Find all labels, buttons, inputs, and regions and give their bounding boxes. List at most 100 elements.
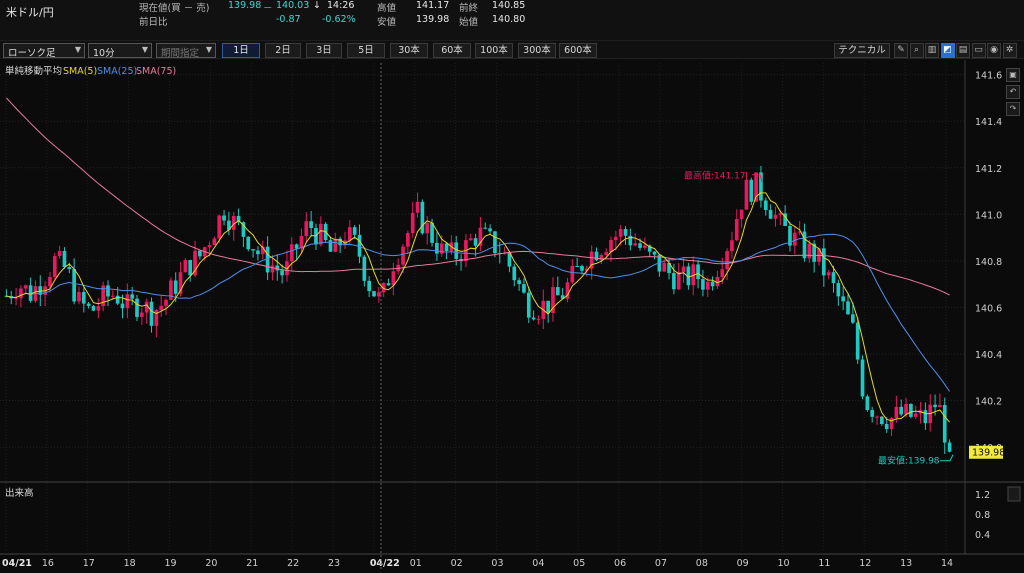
candle-body xyxy=(367,280,372,292)
candle-body xyxy=(435,242,439,254)
pencil-icon[interactable]: ✎ xyxy=(894,43,908,58)
candle-body xyxy=(517,280,521,285)
candle-body xyxy=(106,285,110,297)
y-tick-label: 141.2 xyxy=(975,164,1002,175)
range-button-3[interactable]: 5日 xyxy=(347,43,385,58)
candle-body xyxy=(19,288,23,299)
candle-body xyxy=(444,243,449,252)
change-value: -0.87 xyxy=(276,14,301,25)
candle-body xyxy=(836,283,841,297)
candle-body xyxy=(855,322,860,360)
candle-body xyxy=(217,215,222,239)
candle-body xyxy=(52,256,57,277)
redo-icon[interactable]: ↷ xyxy=(1006,102,1020,116)
magnifier-icon[interactable]: ⌕ xyxy=(909,43,924,58)
range-button-5[interactable]: 60本 xyxy=(433,43,471,58)
candle-body xyxy=(125,294,130,309)
x-tick-label: 16 xyxy=(42,558,54,569)
chart-type-select[interactable]: ローソク足 ▼ xyxy=(3,43,85,59)
candle-body xyxy=(618,229,623,237)
candle-body xyxy=(865,396,870,411)
range-button-1[interactable]: 2日 xyxy=(265,43,301,58)
candle-body xyxy=(14,298,18,300)
candle-body xyxy=(701,279,705,290)
camera-icon[interactable]: ◉ xyxy=(987,43,1001,58)
legend-sma25: SMA(25) xyxy=(97,66,137,77)
candle-body xyxy=(212,238,217,246)
chart-area[interactable]: 141.6 141.4 141.2 141.0 140.8 140.6 140.4 140.2… xyxy=(0,60,1024,573)
low-annotation: 最安値:139.98 xyxy=(878,455,940,467)
folder-icon[interactable]: ▭ xyxy=(971,43,986,58)
candle-body xyxy=(555,287,560,296)
candle-body xyxy=(938,405,942,408)
candle-body xyxy=(734,219,739,241)
candle-body xyxy=(169,280,173,300)
candle-body xyxy=(401,246,405,265)
chart-type-value: ローソク足 xyxy=(8,48,56,59)
low-label: 安値 xyxy=(377,17,397,28)
chevron-down-icon: ▼ xyxy=(205,45,212,54)
candle-body xyxy=(909,403,913,417)
candle-body xyxy=(81,292,86,304)
candle-body xyxy=(48,276,52,287)
chevron-down-icon: ▼ xyxy=(141,45,148,54)
range-button-0[interactable]: 1日 xyxy=(222,43,260,58)
candle-body xyxy=(198,250,202,257)
candle-body xyxy=(140,312,144,317)
candle-body xyxy=(730,240,734,252)
bar-chart-icon[interactable]: ▥ xyxy=(925,43,939,58)
settings-icon[interactable]: ✲ xyxy=(1002,43,1017,58)
candle-body xyxy=(430,222,434,243)
high-value: 141.17 xyxy=(416,0,450,11)
current-price-tag-label: 139.98 xyxy=(972,448,1005,459)
x-tick-label: 20 xyxy=(205,558,217,569)
area-chart-icon[interactable]: ◩ xyxy=(940,43,955,58)
candle-body xyxy=(207,245,212,248)
candle-body xyxy=(304,221,309,237)
candle-body xyxy=(67,266,72,270)
candle-body xyxy=(309,221,313,228)
range-button-2[interactable]: 3日 xyxy=(306,43,342,58)
open-value: 140.80 xyxy=(492,14,526,25)
candle-body xyxy=(763,200,768,211)
candle-body xyxy=(251,249,255,251)
candle-body xyxy=(372,291,376,297)
candle-body xyxy=(352,227,357,235)
x-tick-label: 13 xyxy=(900,558,912,569)
volume-panel-collapse-icon xyxy=(1007,486,1021,502)
candle-body xyxy=(333,238,338,252)
range-button-8[interactable]: 600本 xyxy=(559,43,597,58)
y-tick-label: 140.6 xyxy=(975,303,1002,314)
candle-body xyxy=(841,296,846,302)
candle-body xyxy=(614,236,618,241)
candle-body xyxy=(256,250,260,255)
candle-body xyxy=(289,244,294,262)
document-icon[interactable]: ▤ xyxy=(956,43,970,58)
range-button-6[interactable]: 100本 xyxy=(475,43,513,58)
candle-body xyxy=(768,210,773,219)
range-button-7[interactable]: 300本 xyxy=(518,43,556,58)
candle-body xyxy=(483,227,488,229)
price-chart[interactable]: 141.6141.4141.2141.0140.8140.6140.4140.2… xyxy=(0,60,1024,573)
technical-button[interactable]: テクニカル xyxy=(834,43,890,58)
interval-select[interactable]: 10分 ▼ xyxy=(88,43,152,59)
candle-body xyxy=(696,264,700,280)
period-select[interactable]: 期間指定 ▼ xyxy=(156,43,216,59)
lock-icon[interactable]: ▣ xyxy=(1006,68,1020,82)
candle-body xyxy=(904,403,908,415)
y-tick-label: 141.0 xyxy=(975,210,1002,221)
candle-body xyxy=(633,243,638,246)
range-button-4[interactable]: 30本 xyxy=(390,43,428,58)
candle-body xyxy=(643,245,647,248)
candle-body xyxy=(947,442,952,452)
x-tick-label: 02 xyxy=(451,558,463,569)
candle-body xyxy=(846,301,850,315)
undo-icon[interactable]: ↶ xyxy=(1006,85,1020,99)
change-percent: -0.62% xyxy=(322,14,356,25)
candle-body xyxy=(328,240,333,252)
candle-body xyxy=(933,404,937,408)
candle-body xyxy=(851,314,855,323)
x-tick-label: 19 xyxy=(164,558,176,569)
candle-body xyxy=(575,266,579,268)
candle-body xyxy=(546,300,550,313)
